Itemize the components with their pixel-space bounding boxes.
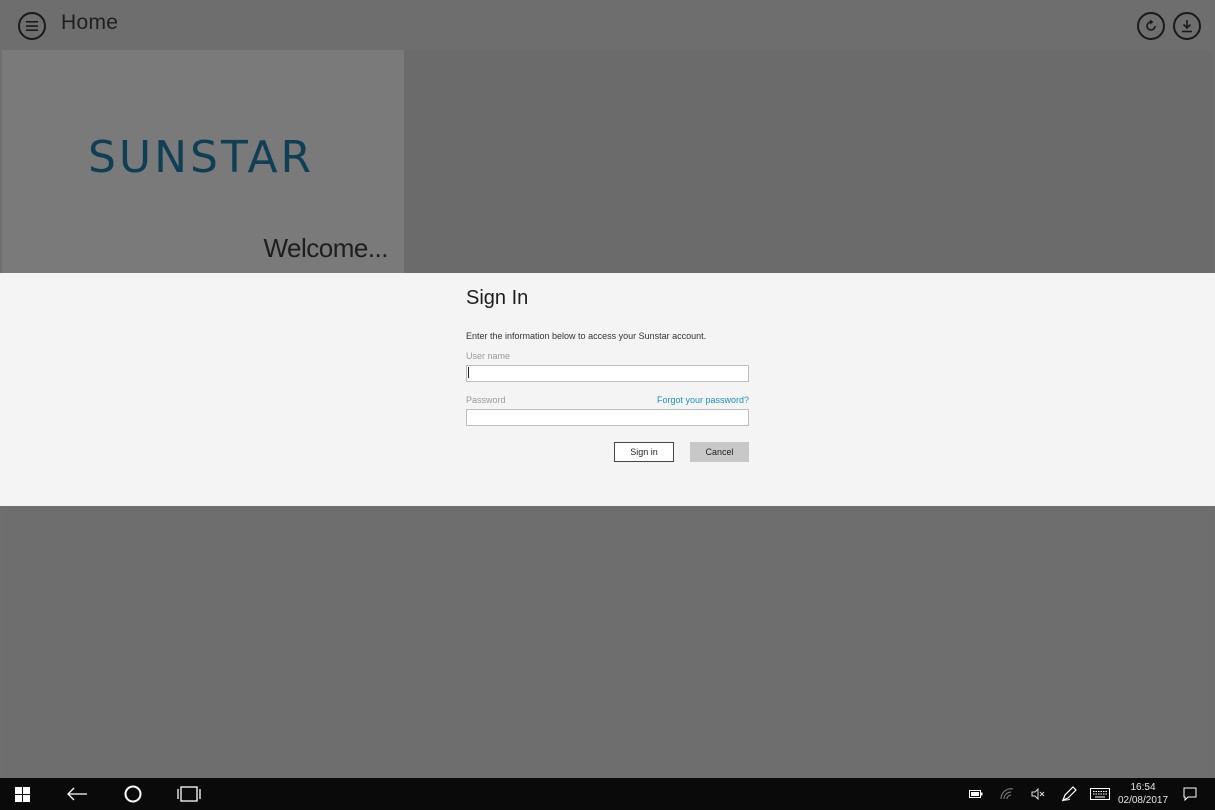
- welcome-banner: SUNSTAR Welcome...: [2, 50, 404, 273]
- username-label: User name: [466, 351, 511, 361]
- back-button[interactable]: [64, 778, 90, 810]
- cortana-circle-icon: [124, 785, 142, 803]
- hamburger-icon: [26, 21, 38, 31]
- refresh-button[interactable]: [1137, 12, 1165, 40]
- touch-keyboard-button[interactable]: [1089, 778, 1111, 810]
- lower-content-area: [2, 506, 1213, 778]
- app-header: Home: [0, 0, 1215, 50]
- cancel-button[interactable]: Cancel: [690, 442, 749, 462]
- download-button[interactable]: [1173, 12, 1201, 40]
- pen-icon: [1061, 786, 1077, 802]
- windows-icon: [14, 786, 30, 802]
- task-view-icon: [177, 786, 201, 802]
- start-button[interactable]: [12, 778, 32, 810]
- taskbar-clock[interactable]: 16:54 02/08/2017: [1112, 781, 1174, 807]
- dialog-description: Enter the information below to access yo…: [466, 331, 707, 341]
- content-area: [404, 50, 1213, 273]
- welcome-text: Welcome...: [263, 233, 388, 263]
- keyboard-icon: [1090, 788, 1110, 800]
- dialog-title: Sign In: [466, 287, 529, 309]
- pen-workspace-button[interactable]: [1060, 778, 1078, 810]
- taskbar: 16:54 02/08/2017: [0, 778, 1215, 810]
- search-cortana-button[interactable]: [122, 778, 144, 810]
- volume-tray-button[interactable]: [1029, 778, 1047, 810]
- volume-muted-icon: [1031, 788, 1045, 800]
- clock-time: 16:54: [1130, 782, 1156, 793]
- menu-button[interactable]: [18, 12, 46, 40]
- username-input[interactable]: [466, 365, 749, 382]
- action-center-button[interactable]: [1181, 778, 1199, 810]
- signin-button[interactable]: Sign in: [614, 442, 674, 462]
- password-label: Password: [466, 395, 506, 405]
- page-title: Home: [61, 11, 119, 34]
- clock-date: 02/08/2017: [1117, 795, 1169, 806]
- forgot-password-link[interactable]: Forgot your password?: [657, 395, 749, 405]
- username-field-wrapper: [466, 365, 749, 382]
- password-input[interactable]: [466, 409, 749, 426]
- back-arrow-icon: [67, 787, 87, 801]
- sunstar-logo: SUNSTAR: [88, 132, 315, 183]
- battery-tray-button[interactable]: [967, 778, 985, 810]
- network-tray-button[interactable]: [998, 778, 1016, 810]
- wifi-icon: [1000, 788, 1014, 800]
- refresh-icon: [1146, 19, 1156, 31]
- download-icon: [1182, 20, 1192, 33]
- signin-dialog: Sign In Enter the information below to a…: [0, 273, 1215, 506]
- battery-icon: [969, 790, 983, 798]
- text-caret: [468, 367, 469, 378]
- task-view-button[interactable]: [177, 778, 201, 810]
- notification-icon: [1183, 787, 1197, 801]
